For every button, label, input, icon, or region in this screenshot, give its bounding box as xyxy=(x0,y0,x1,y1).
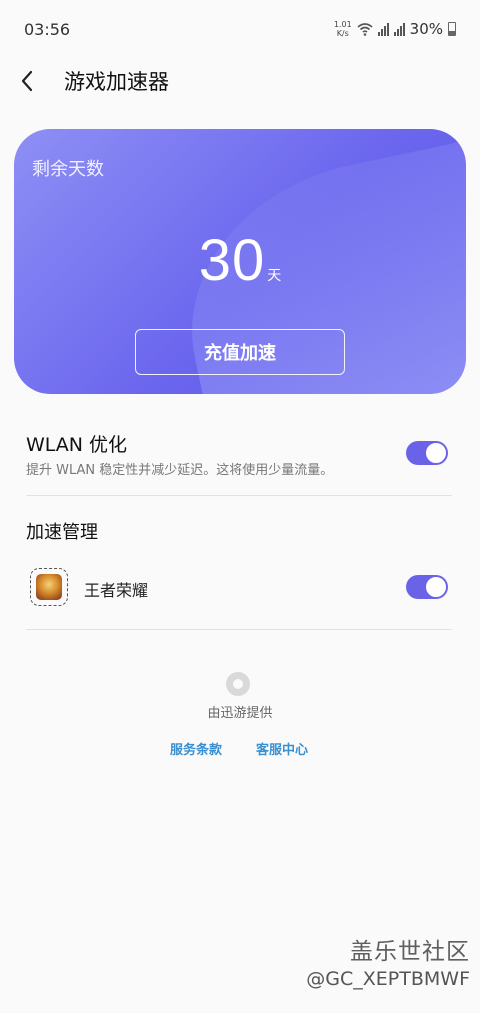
toggle-knob xyxy=(425,576,447,598)
battery-percent: 30% xyxy=(409,20,443,38)
game-name: 王者荣耀 xyxy=(84,581,149,600)
watermark-handle: @GC_XEPTBMWF xyxy=(306,968,470,990)
network-speed-unit: K/s xyxy=(336,29,349,38)
wlan-description: 提升 WLAN 稳定性并减少延迟。这将使用少量流量。 xyxy=(26,463,334,478)
status-time: 03:56 xyxy=(24,19,71,39)
network-speed: 1.01 K/s xyxy=(334,20,352,38)
chevron-left-icon xyxy=(21,70,33,92)
network-speed-value: 1.01 xyxy=(333,20,352,29)
back-button[interactable] xyxy=(20,58,60,104)
remaining-days-value: 30 天 xyxy=(14,227,466,294)
battery-icon xyxy=(448,22,456,36)
game-avatar xyxy=(36,574,62,600)
recharge-button[interactable]: 充值加速 xyxy=(135,329,345,375)
status-bar: 03:56 1.01 K/s 30% xyxy=(0,0,480,58)
provider-text: 由迅游提供 xyxy=(207,706,273,721)
wlan-toggle[interactable] xyxy=(406,441,448,465)
wlan-title: WLAN 优化 xyxy=(26,434,128,456)
section-title-manage: 加速管理 xyxy=(26,522,98,543)
provider-logo-icon xyxy=(226,672,250,696)
app-header: 游戏加速器 xyxy=(0,58,480,104)
wifi-icon xyxy=(357,22,373,36)
game-icon xyxy=(30,568,68,606)
support-link[interactable]: 客服中心 xyxy=(256,739,308,758)
status-icons: 1.01 K/s 30% xyxy=(334,20,456,38)
remaining-days-label: 剩余天数 xyxy=(32,159,104,180)
page-title: 游戏加速器 xyxy=(64,70,169,94)
divider xyxy=(26,495,452,496)
signal-icon xyxy=(377,22,389,36)
terms-link[interactable]: 服务条款 xyxy=(170,739,222,758)
signal-icon-2 xyxy=(393,22,405,36)
days-number: 30 xyxy=(198,228,266,293)
divider xyxy=(26,629,452,630)
remaining-days-card: 剩余天数 30 天 充值加速 xyxy=(14,129,466,394)
toggle-knob xyxy=(425,442,447,464)
game-toggle[interactable] xyxy=(406,575,448,599)
watermark-title: 盖乐世社区 xyxy=(350,939,470,965)
days-unit: 天 xyxy=(267,268,282,284)
